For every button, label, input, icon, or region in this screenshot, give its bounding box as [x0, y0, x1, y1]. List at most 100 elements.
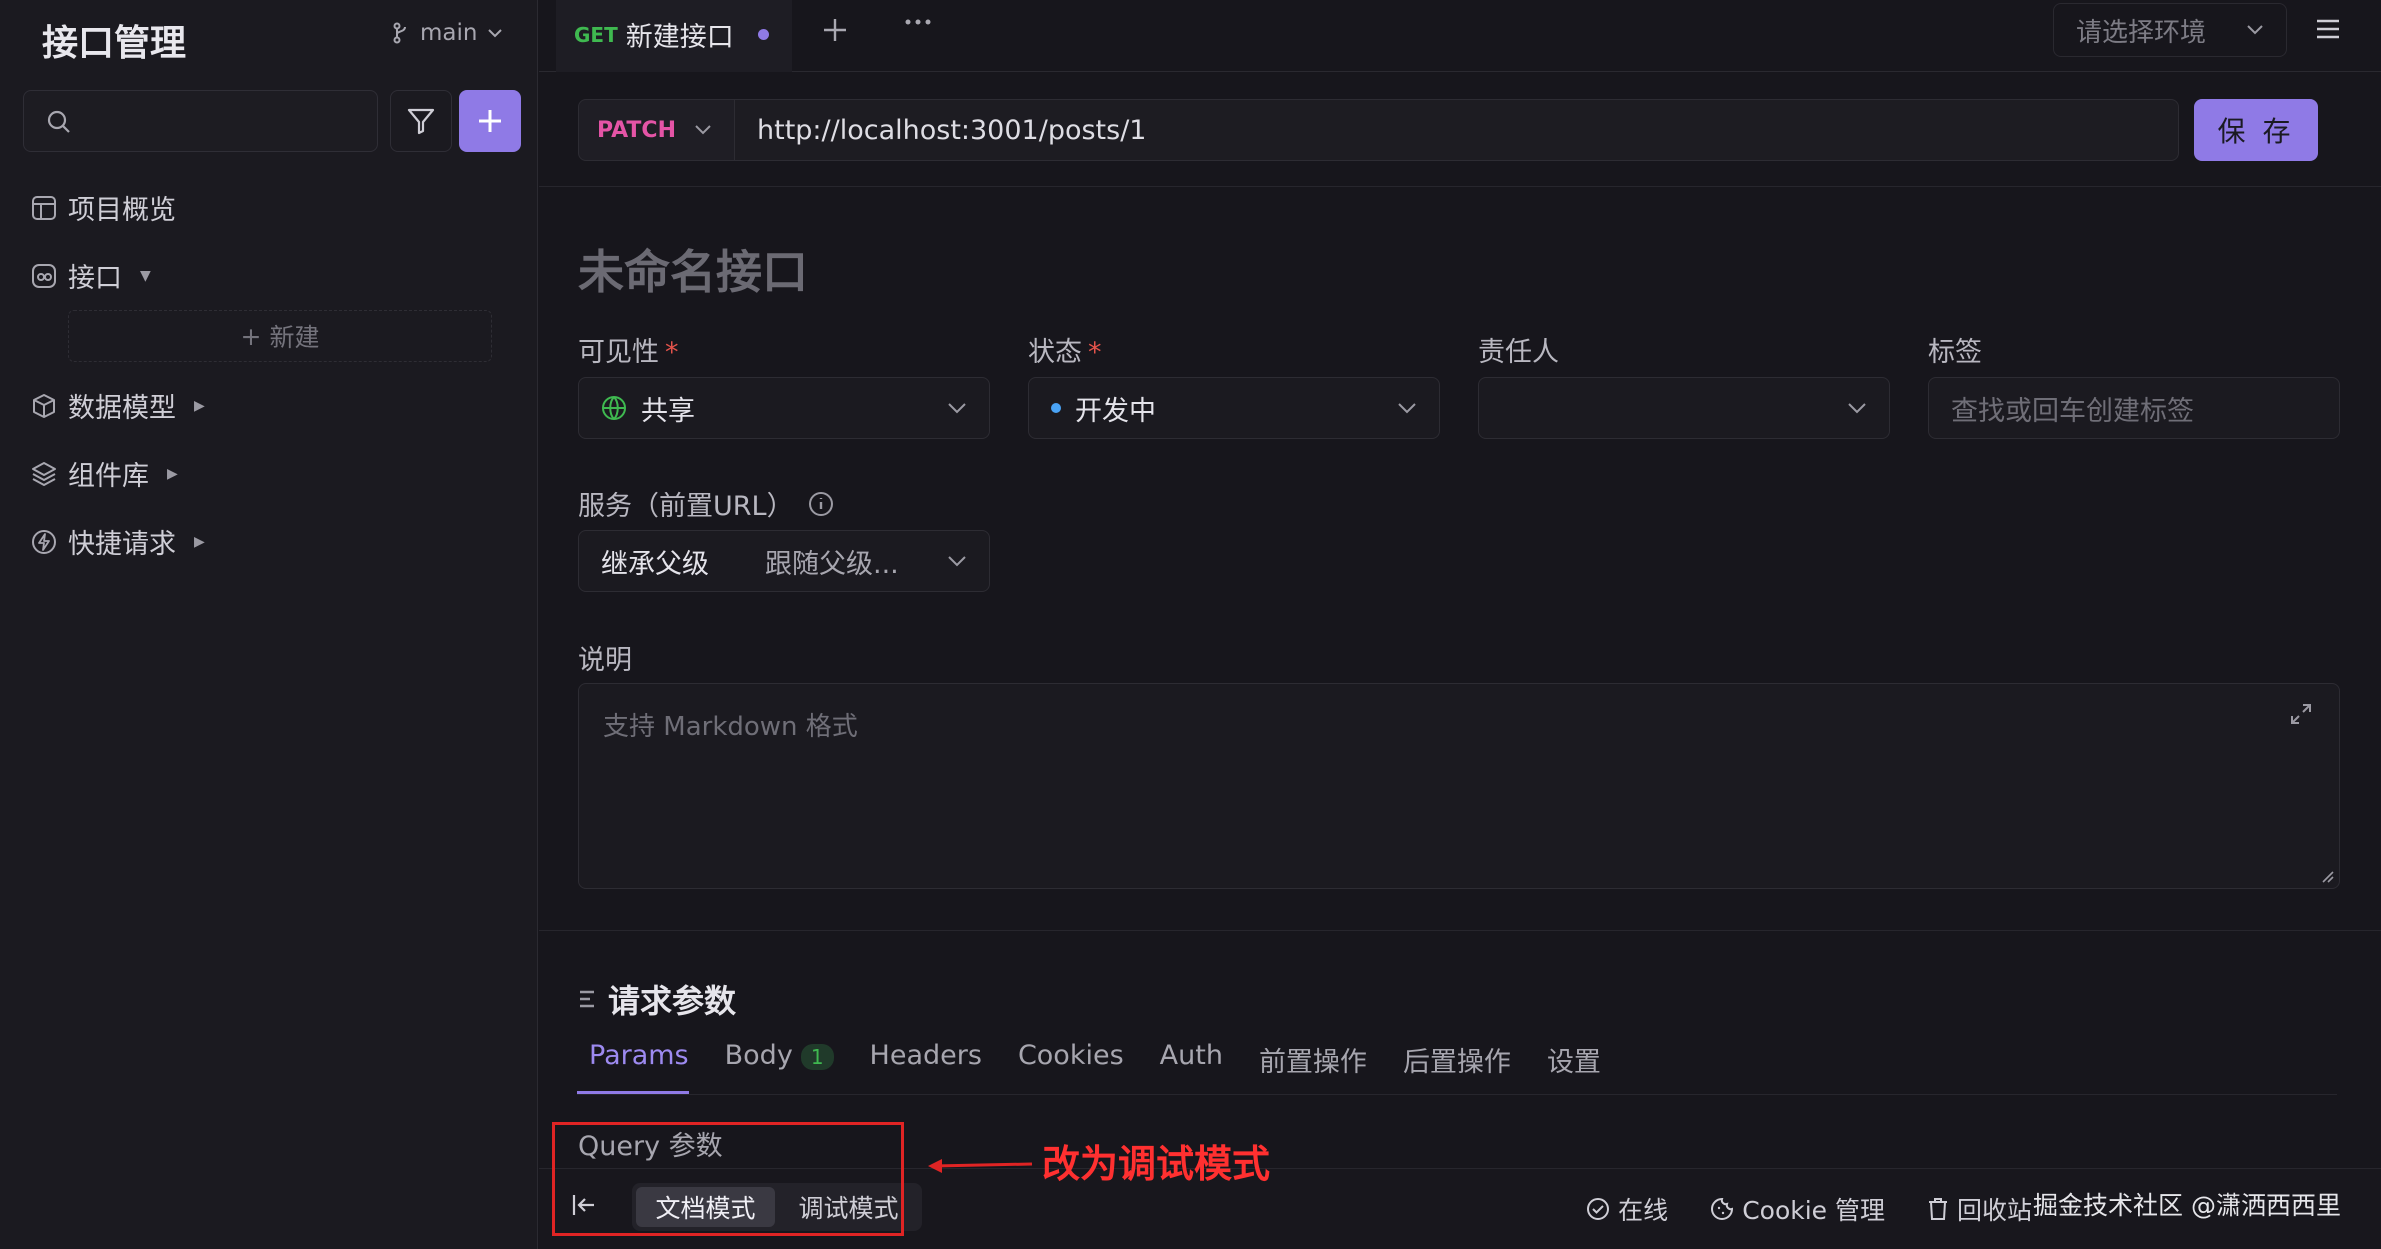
filter-button[interactable] [390, 90, 452, 152]
tags-input[interactable]: 查找或回车创建标签 [1928, 377, 2340, 439]
sidebar-item-overview[interactable]: 项目概览 [30, 188, 176, 227]
plus-icon [479, 110, 501, 132]
owner-select[interactable] [1478, 377, 1890, 439]
branch-selector[interactable]: main [392, 20, 503, 46]
unsaved-dot-icon [757, 29, 769, 40]
tabs-divider [577, 1094, 2337, 1095]
watermark: 掘金技术社区 @潇洒西西里 [2033, 1191, 2341, 1220]
search-input[interactable] [23, 90, 378, 152]
chevron-down-icon [2247, 25, 2263, 35]
chevron-down-icon [1398, 403, 1416, 414]
hamburger-icon [2317, 19, 2339, 39]
status-value: 开发中 [1075, 395, 1156, 427]
branch-name: main [420, 20, 478, 46]
status-label: 状态 * [1028, 337, 1102, 368]
sidebar-item-label: 项目概览 [68, 195, 176, 226]
more-tabs-button[interactable] [903, 6, 933, 44]
tab-params[interactable]: Params [589, 1040, 689, 1079]
service-sub: 跟随父级... [765, 548, 899, 580]
api-name-input[interactable]: 未命名接口 [578, 236, 808, 302]
save-button[interactable]: 保 存 [2194, 99, 2318, 161]
filter-icon [407, 108, 435, 135]
owner-label: 责任人 [1478, 337, 1559, 368]
new-tab-button[interactable] [821, 12, 849, 53]
tab-post-actions[interactable]: 后置操作 [1403, 1040, 1511, 1079]
caret-right-icon: ▶ [167, 465, 178, 482]
resize-handle-icon[interactable] [2319, 868, 2335, 884]
sidebar-item-components[interactable]: 组件库 ▶ [30, 454, 178, 493]
trash-icon [1929, 1198, 1947, 1220]
sidebar-item-label: 数据模型 [68, 393, 176, 424]
layers-icon [32, 461, 56, 486]
cookie-icon [1711, 1197, 1734, 1220]
chevron-down-icon [488, 29, 503, 38]
description-placeholder: 支持 Markdown 格式 [603, 712, 858, 742]
more-icon [905, 19, 931, 25]
search-icon [47, 110, 70, 133]
plus-icon: + [240, 321, 262, 351]
tab-settings[interactable]: 设置 [1547, 1040, 1601, 1079]
description-textarea[interactable]: 支持 Markdown 格式 [578, 683, 2340, 889]
caret-down-icon: ▼ [140, 267, 151, 284]
tab-auth[interactable]: Auth [1160, 1040, 1223, 1079]
required-mark: * [1088, 337, 1102, 368]
lightning-icon [32, 529, 56, 554]
expand-icon[interactable] [2289, 702, 2313, 726]
tab-pre-actions[interactable]: 前置操作 [1259, 1040, 1367, 1079]
globe-icon [602, 396, 626, 420]
visibility-value: 共享 [641, 395, 695, 427]
body-count-badge: 1 [800, 1044, 834, 1070]
required-mark: * [665, 337, 679, 368]
sidebar-item-api[interactable]: 接口 ▼ [30, 256, 151, 295]
annotation-box [552, 1122, 904, 1236]
service-label: 服务（前置URL） [578, 484, 834, 523]
status-dot-icon [1051, 403, 1061, 413]
tab-method: GET [574, 22, 618, 47]
branch-icon [393, 22, 406, 44]
plus-icon [824, 19, 846, 41]
online-status[interactable]: 在线 [1586, 1191, 1668, 1227]
api-icon [32, 263, 56, 288]
cookie-manager-button[interactable]: Cookie 管理 [1710, 1191, 1885, 1227]
new-label: 新建 [269, 323, 320, 352]
cube-icon [33, 393, 55, 418]
info-icon [808, 491, 833, 516]
sidebar: 接口管理 main 项目概览 接口 ▼ + 新建 数据模型 ▶ 组件库 ▶ 快捷… [0, 0, 538, 1249]
tab-body[interactable]: Body 1 [725, 1040, 834, 1079]
sidebar-item-data-model[interactable]: 数据模型 ▶ [30, 386, 205, 425]
chevron-down-icon [1848, 403, 1866, 414]
status-select[interactable]: 开发中 [1028, 377, 1440, 439]
chevron-down-icon [948, 556, 966, 567]
menu-button[interactable] [2305, 6, 2351, 52]
tab-bar: GET 新建接口 请选择环境 [539, 0, 2381, 72]
env-placeholder: 请选择环境 [2076, 17, 2207, 48]
overview-icon [32, 195, 56, 220]
active-tab-indicator [577, 1091, 689, 1094]
new-api-button[interactable]: + 新建 [68, 310, 492, 362]
params-section-title: 请求参数 [578, 976, 736, 1022]
description-label: 说明 [578, 645, 632, 676]
visibility-label: 可见性 * [578, 337, 679, 368]
service-select[interactable]: 继承父级 跟随父级... [578, 530, 990, 592]
caret-right-icon: ▶ [194, 533, 205, 550]
env-select[interactable]: 请选择环境 [2053, 3, 2287, 57]
add-button[interactable] [459, 90, 521, 152]
list-icon [580, 990, 594, 1008]
visibility-select[interactable]: 共享 [578, 377, 990, 439]
divider [539, 930, 2381, 931]
sidebar-item-quick-request[interactable]: 快捷请求 ▶ [30, 522, 205, 561]
tags-label: 标签 [1928, 337, 1982, 368]
method-select[interactable]: PATCH [578, 99, 735, 161]
caret-right-icon: ▶ [194, 397, 205, 414]
tab-new-api[interactable]: GET 新建接口 [556, 0, 792, 72]
annotation-arrow-icon [928, 1159, 1033, 1173]
url-input[interactable]: http://localhost:3001/posts/1 [735, 99, 2179, 161]
sidebar-title: 接口管理 [42, 23, 187, 64]
params-tabs: Params Body 1 Headers Cookies Auth 前置操作 后… [589, 1040, 1601, 1079]
tab-headers[interactable]: Headers [870, 1040, 982, 1079]
divider [539, 186, 2381, 187]
sidebar-item-label: 接口 [68, 263, 122, 294]
tab-cookies[interactable]: Cookies [1018, 1040, 1124, 1079]
sidebar-item-label: 组件库 [68, 461, 149, 492]
method-label: PATCH [597, 117, 676, 143]
